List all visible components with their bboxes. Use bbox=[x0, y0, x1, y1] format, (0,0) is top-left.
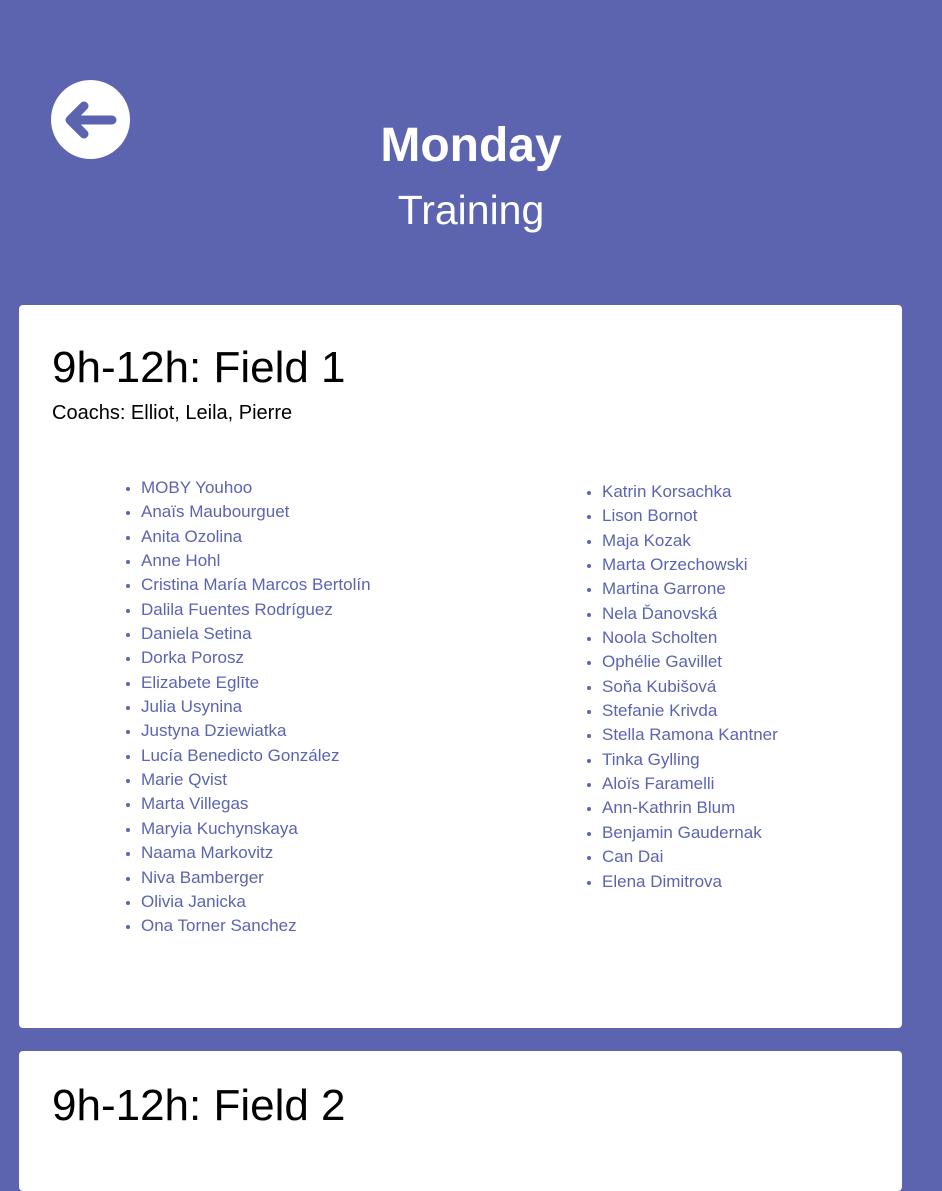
session-title: 9h-12h: Field 2 bbox=[52, 1081, 346, 1130]
player-link[interactable]: Stella Ramona Kantner bbox=[584, 723, 778, 747]
player-link[interactable]: Marta Orzechowski bbox=[584, 553, 778, 577]
session-coaches: Coachs: Elliot, Leila, Pierre bbox=[52, 402, 293, 424]
player-link[interactable]: Dorka Porosz bbox=[123, 646, 371, 670]
player-link[interactable]: Ophélie Gavillet bbox=[584, 650, 778, 674]
player-list-left: MOBY Youhoo Anaïs Maubourguet Anita Ozolin… bbox=[123, 476, 371, 939]
player-link[interactable]: Niva Bamberger bbox=[123, 866, 371, 890]
player-link[interactable]: Katrin Korsachka bbox=[584, 480, 778, 504]
player-link[interactable]: Aloïs Faramelli bbox=[584, 772, 778, 796]
page-header: Monday Training bbox=[0, 0, 942, 305]
page-subtitle: Training bbox=[397, 187, 545, 233]
player-link[interactable]: Martina Garrone bbox=[584, 577, 778, 601]
session-card-field-2: 9h-12h: Field 2 bbox=[19, 1051, 902, 1191]
player-link[interactable]: Lison Bornot bbox=[584, 504, 778, 528]
player-link[interactable]: Julia Usynina bbox=[123, 695, 371, 719]
player-link[interactable]: Naama Markovitz bbox=[123, 841, 371, 865]
player-list-right: Katrin Korsachka Lison Bornot Maja Kozak Ma… bbox=[584, 480, 778, 894]
player-link[interactable]: Olivia Janicka bbox=[123, 890, 371, 914]
player-link[interactable]: Justyna Dziewiatka bbox=[123, 719, 371, 743]
player-link[interactable]: Dalila Fuentes Rodríguez bbox=[123, 598, 371, 622]
player-link[interactable]: Cristina María Marcos Bertolín bbox=[123, 573, 371, 597]
player-link[interactable]: Daniela Setina bbox=[123, 622, 371, 646]
session-card-field-1: 9h-12h: Field 1 Coachs: Elliot, Leila, P… bbox=[19, 305, 902, 1028]
player-link[interactable]: Elena Dimitrova bbox=[584, 870, 778, 894]
player-link[interactable]: Anne Hohl bbox=[123, 549, 371, 573]
player-link[interactable]: Anita Ozolina bbox=[123, 525, 371, 549]
player-link[interactable]: MOBY Youhoo bbox=[123, 476, 371, 500]
player-link[interactable]: Nela Ďanovská bbox=[584, 602, 778, 626]
player-link[interactable]: Tinka Gylling bbox=[584, 748, 778, 772]
player-link[interactable]: Benjamin Gaudernak bbox=[584, 821, 778, 845]
player-link[interactable]: Marie Qvist bbox=[123, 768, 371, 792]
player-link[interactable]: Elizabete Eglīte bbox=[123, 671, 371, 695]
player-link[interactable]: Maryia Kuchynskaya bbox=[123, 817, 371, 841]
player-link[interactable]: Anaïs Maubourguet bbox=[123, 500, 371, 524]
player-link[interactable]: Lucía Benedicto González bbox=[123, 744, 371, 768]
player-link[interactable]: Noola Scholten bbox=[584, 626, 778, 650]
player-link[interactable]: Soňa Kubišová bbox=[584, 675, 778, 699]
player-link[interactable]: Ann-Kathrin Blum bbox=[584, 796, 778, 820]
player-link[interactable]: Marta Villegas bbox=[123, 792, 371, 816]
player-link[interactable]: Can Dai bbox=[584, 845, 778, 869]
player-link[interactable]: Maja Kozak bbox=[584, 529, 778, 553]
session-title: 9h-12h: Field 1 bbox=[52, 343, 346, 392]
page-title: Monday bbox=[380, 119, 562, 172]
player-link[interactable]: Ona Torner Sanchez bbox=[123, 914, 371, 938]
player-link[interactable]: Stefanie Krivda bbox=[584, 699, 778, 723]
